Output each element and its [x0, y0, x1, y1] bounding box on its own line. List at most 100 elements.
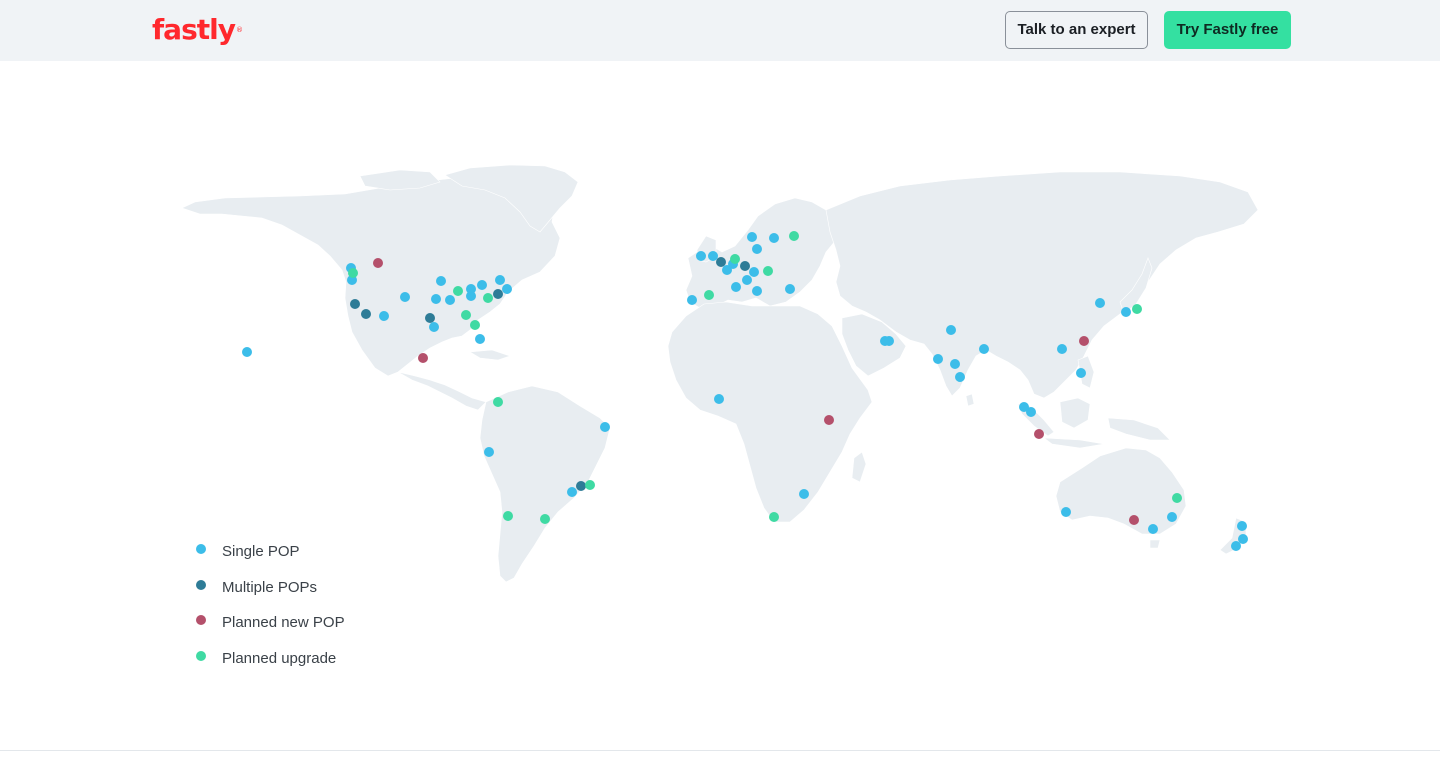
pop-marker-planned-upgrade[interactable] — [585, 480, 595, 490]
pop-marker-planned-new[interactable] — [418, 353, 428, 363]
pop-marker-single[interactable] — [1231, 541, 1241, 551]
pop-marker-multiple[interactable] — [361, 309, 371, 319]
legend-dot-planned-upgrade — [196, 650, 206, 661]
legend-label-planned-upgrade: Planned upgrade — [222, 649, 337, 667]
pop-marker-single[interactable] — [752, 244, 762, 254]
pop-marker-single[interactable] — [495, 275, 505, 285]
legend-dot-multiple — [196, 579, 206, 590]
footer-divider — [0, 750, 1440, 751]
pop-marker-single[interactable] — [379, 311, 389, 321]
pop-marker-planned-upgrade[interactable] — [1172, 493, 1182, 503]
pop-marker-planned-upgrade[interactable] — [540, 514, 550, 524]
pop-marker-single[interactable] — [1148, 524, 1158, 534]
pop-marker-single[interactable] — [1237, 521, 1247, 531]
pop-marker-planned-upgrade[interactable] — [453, 286, 463, 296]
pop-marker-planned-new[interactable] — [1034, 429, 1044, 439]
pop-marker-single[interactable] — [1057, 344, 1067, 354]
pop-marker-multiple[interactable] — [425, 313, 435, 323]
pop-marker-single[interactable] — [466, 291, 476, 301]
land-caribbean — [469, 349, 511, 361]
pop-marker-planned-upgrade[interactable] — [1132, 304, 1142, 314]
pop-marker-single[interactable] — [747, 232, 757, 242]
pop-marker-single[interactable] — [714, 394, 724, 404]
pop-marker-planned-new[interactable] — [1129, 515, 1139, 525]
pop-marker-single[interactable] — [445, 295, 455, 305]
pop-marker-single[interactable] — [946, 325, 956, 335]
land-new-guinea — [1107, 417, 1171, 441]
pop-marker-single[interactable] — [955, 372, 965, 382]
pop-marker-single[interactable] — [502, 284, 512, 294]
pop-marker-single[interactable] — [708, 251, 718, 261]
pop-marker-single[interactable] — [799, 489, 809, 499]
pop-marker-single[interactable] — [477, 280, 487, 290]
pop-marker-single[interactable] — [431, 294, 441, 304]
fastly-logo[interactable]: fastly® — [152, 12, 243, 48]
legend-label-single-pop: Single POP — [222, 543, 300, 560]
pop-marker-planned-upgrade[interactable] — [348, 268, 358, 278]
pop-marker-planned-upgrade[interactable] — [704, 290, 714, 300]
pop-marker-multiple[interactable] — [493, 289, 503, 299]
pop-marker-single[interactable] — [1076, 368, 1086, 378]
pop-marker-single[interactable] — [950, 359, 960, 369]
pop-marker-single[interactable] — [600, 422, 610, 432]
legend-item-planned-upgrade: Planned upgrade — [195, 644, 345, 680]
legend-item-single-pop: Single POP — [195, 537, 345, 573]
pop-marker-planned-new[interactable] — [1079, 336, 1089, 346]
pop-marker-planned-upgrade[interactable] — [493, 397, 503, 407]
pop-marker-single[interactable] — [1061, 507, 1071, 517]
pop-marker-single[interactable] — [567, 487, 577, 497]
pop-marker-single[interactable] — [722, 265, 732, 275]
legend-dot-single — [196, 544, 206, 554]
talk-to-expert-button[interactable]: Talk to an expert — [1005, 11, 1148, 49]
pop-marker-single[interactable] — [1167, 512, 1177, 522]
pop-marker-multiple[interactable] — [740, 261, 750, 271]
land-tasmania — [1149, 539, 1161, 549]
pop-marker-single[interactable] — [1095, 298, 1105, 308]
pop-marker-single[interactable] — [1121, 307, 1131, 317]
pop-marker-single[interactable] — [731, 282, 741, 292]
map-legend: Single POP Multiple POPs Planned new POP… — [195, 537, 345, 679]
land-north-america — [181, 175, 561, 377]
pop-marker-single[interactable] — [785, 284, 795, 294]
land-sri-lanka — [965, 393, 975, 407]
pop-marker-planned-upgrade[interactable] — [470, 320, 480, 330]
pop-marker-multiple[interactable] — [716, 257, 726, 267]
pop-marker-single[interactable] — [436, 276, 446, 286]
try-fastly-free-button[interactable]: Try Fastly free — [1164, 11, 1291, 49]
pop-marker-planned-upgrade[interactable] — [769, 512, 779, 522]
pop-marker-single[interactable] — [475, 334, 485, 344]
pop-marker-multiple[interactable] — [576, 481, 586, 491]
land-australia — [1055, 447, 1187, 535]
logo-text: fastly — [152, 13, 236, 46]
site-header: fastly® Talk to an expert Try Fastly fre… — [0, 0, 1440, 61]
pop-marker-planned-upgrade[interactable] — [483, 293, 493, 303]
pop-marker-single[interactable] — [979, 344, 989, 354]
pop-marker-planned-upgrade[interactable] — [789, 231, 799, 241]
pop-marker-single[interactable] — [749, 267, 759, 277]
legend-label-multiple-pops: Multiple POPs — [222, 578, 318, 596]
pop-marker-single[interactable] — [429, 322, 439, 332]
land-africa — [667, 301, 873, 523]
pop-marker-single[interactable] — [1026, 407, 1036, 417]
pop-marker-single[interactable] — [484, 447, 494, 457]
pop-marker-single[interactable] — [884, 336, 894, 346]
logo-trademark: ® — [235, 26, 243, 34]
pop-marker-single[interactable] — [687, 295, 697, 305]
pop-marker-single[interactable] — [400, 292, 410, 302]
pop-marker-single[interactable] — [742, 275, 752, 285]
pop-marker-planned-upgrade[interactable] — [461, 310, 471, 320]
pop-marker-single[interactable] — [696, 251, 706, 261]
pop-marker-single[interactable] — [242, 347, 252, 357]
legend-label-planned-new-pop: Planned new POP — [222, 614, 345, 631]
pop-marker-planned-upgrade[interactable] — [503, 511, 513, 521]
pop-marker-planned-upgrade[interactable] — [730, 254, 740, 264]
land-madagascar — [851, 451, 867, 483]
pop-marker-single[interactable] — [752, 286, 762, 296]
pop-marker-single[interactable] — [933, 354, 943, 364]
pop-marker-planned-new[interactable] — [373, 258, 383, 268]
pop-marker-planned-new[interactable] — [824, 415, 834, 425]
pop-marker-multiple[interactable] — [350, 299, 360, 309]
land-indonesia-islands — [1043, 437, 1105, 449]
pop-marker-planned-upgrade[interactable] — [763, 266, 773, 276]
pop-marker-single[interactable] — [769, 233, 779, 243]
